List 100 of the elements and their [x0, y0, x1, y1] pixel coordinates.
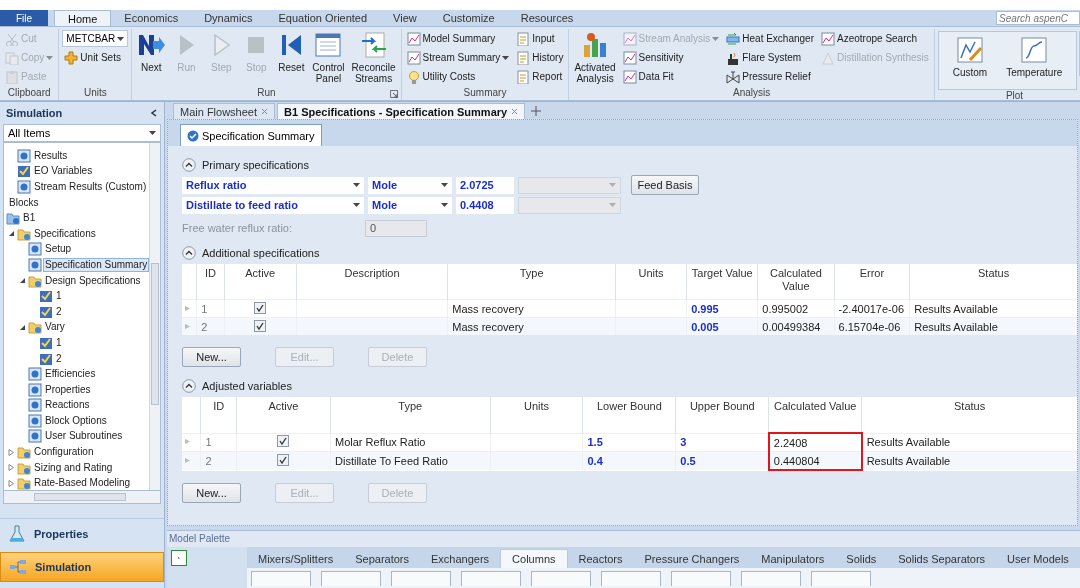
- palette-tab[interactable]: Columns: [500, 549, 568, 568]
- tree-item[interactable]: Setup: [43, 242, 74, 257]
- ribbon-button[interactable]: Flare System: [724, 48, 816, 67]
- ribbon-button[interactable]: Reset: [275, 29, 308, 73]
- ribbon-tab[interactable]: Equation Oriented: [265, 10, 381, 26]
- form-tab[interactable]: Specification Summary: [180, 124, 322, 146]
- tree-item[interactable]: Efficiencies: [43, 367, 98, 382]
- vertical-scrollbar[interactable]: [149, 143, 160, 490]
- plus-icon[interactable]: [531, 106, 542, 116]
- palette-tab[interactable]: Exchangers: [420, 549, 501, 568]
- feed-basis-button[interactable]: Feed Basis: [631, 175, 699, 195]
- palette-tab[interactable]: Solids Separators: [887, 549, 997, 568]
- ribbon-button[interactable]: Data Fit: [620, 67, 722, 86]
- tree-item[interactable]: Design Specifications: [43, 273, 143, 288]
- palette-tab[interactable]: Mixers/Splitters: [247, 549, 345, 568]
- tree-item[interactable]: Configuration: [32, 445, 96, 460]
- expanded-triangle-icon[interactable]: [19, 323, 26, 331]
- basis-dropdown[interactable]: Mole: [368, 196, 452, 214]
- ribbon-button[interactable]: Azeotrope Search: [819, 29, 931, 48]
- palette-tab[interactable]: Manipulators: [750, 549, 836, 568]
- model-tile[interactable]: [671, 571, 731, 586]
- palette-tab[interactable]: Separators: [344, 549, 420, 568]
- tree-item[interactable]: Specification Summary: [43, 257, 150, 272]
- collapse-icon[interactable]: [182, 158, 196, 172]
- close-icon[interactable]: [261, 108, 269, 115]
- ribbon-button[interactable]: Activated Analysis: [572, 29, 618, 84]
- ribbon-button[interactable]: Sensitivity: [620, 48, 722, 67]
- ribbon-button[interactable]: Custom: [944, 32, 996, 78]
- tree-item[interactable]: Results: [32, 148, 70, 163]
- tree-item[interactable]: 1: [54, 289, 64, 304]
- table-action-button[interactable]: New...: [182, 483, 241, 503]
- model-tile[interactable]: [251, 571, 311, 586]
- ribbon-button[interactable]: Control Panel: [310, 29, 347, 84]
- ribbon-tab[interactable]: Home: [54, 10, 112, 26]
- launcher-icon[interactable]: [389, 90, 398, 98]
- ribbon-button[interactable]: Next: [135, 29, 168, 73]
- unit-set-dropdown[interactable]: METCBAR: [62, 30, 129, 47]
- close-icon[interactable]: [511, 108, 519, 115]
- ribbon-button[interactable]: History: [514, 48, 566, 67]
- ribbon-button[interactable]: Input: [514, 29, 566, 48]
- collapse-icon[interactable]: [182, 379, 196, 393]
- palette-tab[interactable]: Reactors: [567, 549, 634, 568]
- checked-checkbox-icon[interactable]: [254, 319, 267, 332]
- ribbon-button[interactable]: Reconcile Streams: [349, 29, 398, 84]
- palette-tab[interactable]: Solids: [835, 549, 888, 568]
- document-tab[interactable]: B1 Specifications - Specification Summary: [277, 103, 526, 119]
- table-action-button[interactable]: New...: [182, 347, 241, 367]
- tree-item[interactable]: User Subroutines: [43, 429, 125, 444]
- collapse-icon[interactable]: [182, 246, 196, 260]
- model-tile[interactable]: [811, 571, 871, 586]
- ribbon-tab[interactable]: Customize: [429, 10, 508, 26]
- collapsed-triangle-icon[interactable]: [8, 448, 15, 456]
- model-tile[interactable]: [321, 571, 381, 586]
- tree-item[interactable]: B1: [21, 211, 38, 226]
- search-field[interactable]: Search aspenC: [996, 11, 1080, 25]
- value-field[interactable]: 0.4408: [456, 196, 514, 214]
- filter-dropdown[interactable]: All Items: [3, 124, 161, 142]
- model-tile[interactable]: [741, 571, 801, 586]
- collapsed-triangle-icon[interactable]: [8, 464, 15, 472]
- specification-dropdown[interactable]: Reflux ratio: [182, 176, 364, 194]
- ribbon-tab[interactable]: Resources: [507, 10, 587, 26]
- navigation-button[interactable]: Simulation: [0, 552, 164, 582]
- tree-item[interactable]: Properties: [43, 382, 93, 397]
- tree-item[interactable]: Blocks: [7, 195, 41, 210]
- collapsed-triangle-icon[interactable]: [8, 479, 15, 487]
- ribbon-button[interactable]: Unit Sets: [62, 48, 129, 67]
- tree-item[interactable]: Stream Results (Custom): [32, 180, 149, 194]
- ribbon-button[interactable]: Heat Exchanger: [724, 29, 816, 48]
- tree-item[interactable]: Reactions: [43, 398, 92, 413]
- ribbon-button[interactable]: Stream Summary: [404, 48, 512, 67]
- file-tab[interactable]: File: [0, 10, 48, 26]
- ribbon-tab[interactable]: Dynamics: [191, 10, 266, 26]
- checked-checkbox-icon[interactable]: [277, 454, 290, 466]
- expanded-triangle-icon[interactable]: [19, 277, 26, 285]
- ribbon-button[interactable]: Report: [514, 67, 566, 86]
- tree-item[interactable]: 2: [54, 351, 64, 366]
- tree-item[interactable]: EO Variables: [32, 164, 95, 179]
- palette-tab[interactable]: Pressure Changers: [633, 549, 751, 568]
- horizontal-scrollbar[interactable]: [3, 490, 161, 504]
- collapse-icon[interactable]: [150, 109, 158, 117]
- tree-item[interactable]: 1: [54, 335, 64, 350]
- model-tile[interactable]: [391, 571, 451, 586]
- document-tab[interactable]: Main Flowsheet: [173, 103, 276, 119]
- checked-checkbox-icon[interactable]: [254, 301, 267, 314]
- pointer-tool[interactable]: [171, 550, 187, 566]
- ribbon-tab[interactable]: View: [380, 10, 430, 26]
- expanded-triangle-icon[interactable]: [8, 230, 15, 238]
- specification-dropdown[interactable]: Distillate to feed ratio: [182, 196, 364, 214]
- model-tile[interactable]: [531, 571, 591, 586]
- tree-item[interactable]: Block Options: [43, 413, 109, 428]
- palette-tab[interactable]: User Models: [996, 549, 1080, 568]
- basis-dropdown[interactable]: Mole: [368, 176, 452, 194]
- model-tile[interactable]: [461, 571, 521, 586]
- ribbon-button[interactable]: Pressure Relief: [724, 67, 816, 86]
- tree-item[interactable]: 2: [54, 304, 64, 319]
- ribbon-button[interactable]: Utility Costs: [404, 67, 512, 86]
- ribbon-tab[interactable]: Economics: [111, 10, 192, 26]
- model-tile[interactable]: [601, 571, 661, 586]
- ribbon-button[interactable]: Model Summary: [404, 29, 512, 48]
- tree-item[interactable]: Sizing and Rating: [32, 460, 115, 475]
